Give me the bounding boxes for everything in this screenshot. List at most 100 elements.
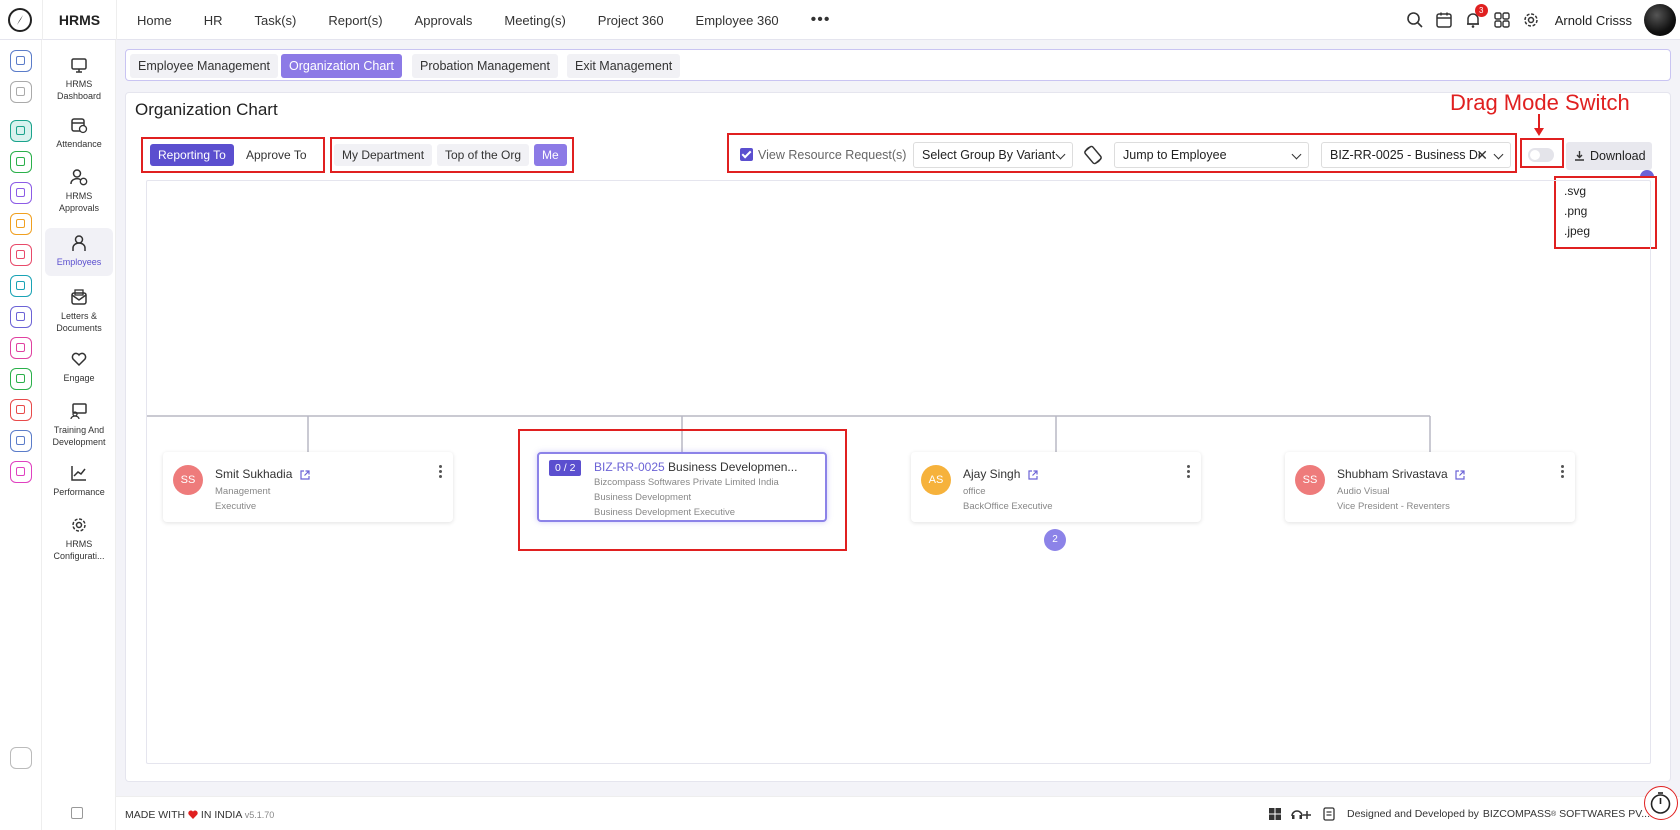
employee-department: Audio Visual (1337, 486, 1390, 497)
collapse-sidebar-icon[interactable] (71, 807, 83, 819)
sidebar-label: HRMS (65, 79, 93, 89)
company-name[interactable]: BIZCOMPASS (1483, 808, 1551, 820)
calendar-icon[interactable] (1435, 11, 1453, 29)
module-icon-rail (0, 40, 42, 830)
employee-card[interactable]: SS Shubham Srivastava Audio Visual Vice … (1285, 452, 1575, 522)
drag-mode-switch[interactable] (1528, 148, 1554, 162)
nav-employee-360[interactable]: Employee 360 (696, 13, 779, 28)
sidebar-item-employees[interactable]: Employees (45, 228, 113, 276)
rail-module-finance-icon[interactable] (10, 213, 32, 235)
employee-avatar: AS (921, 465, 951, 495)
download-button[interactable]: Download (1566, 142, 1652, 170)
rail-module-pin-icon[interactable] (10, 81, 32, 103)
sidebar-item-hrms-configuration[interactable]: HRMS Configurati... (45, 516, 113, 562)
nav-home[interactable]: Home (137, 13, 172, 28)
sidebar-item-performance[interactable]: Performance (45, 464, 113, 502)
employee-name: Ajay Singh (963, 467, 1038, 481)
nav-meetings[interactable]: Meeting(s) (504, 13, 565, 28)
employee-select-value: BIZ-RR-0025 - Business De (1330, 148, 1480, 162)
employee-department: Business Development (594, 492, 692, 503)
nav-reports[interactable]: Report(s) (328, 13, 382, 28)
sidebar-item-training-development[interactable]: Training And Development (45, 402, 113, 448)
registered-mark: ® (1551, 810, 1557, 818)
rail-module-home-icon[interactable] (10, 50, 32, 72)
employee-designation: Vice President - Reventers (1337, 501, 1450, 512)
reporting-to-toggle[interactable]: Reporting To (150, 144, 234, 166)
company-suffix: SOFTWARES PV... (1559, 808, 1650, 820)
sidebar-item-letters-documents[interactable]: Letters & Documents (45, 288, 113, 334)
calendar-clock-icon (70, 116, 88, 134)
external-link-icon[interactable] (1455, 470, 1465, 480)
more-menu-icon[interactable]: ••• (811, 11, 831, 29)
top-navigation: Home HR Task(s) Report(s) Approvals Meet… (137, 0, 830, 40)
nav-tasks[interactable]: Task(s) (254, 13, 296, 28)
employee-department: Management (215, 486, 271, 497)
nav-approvals[interactable]: Approvals (415, 13, 473, 28)
sidebar-item-hrms-dashboard[interactable]: HRMS Dashboard (45, 56, 113, 102)
document-icon[interactable] (1323, 807, 1335, 821)
kebab-menu-icon[interactable] (1561, 465, 1565, 479)
rail-module-target-icon[interactable] (10, 244, 32, 266)
tab-probation-management[interactable]: Probation Management (412, 54, 558, 78)
rail-module-docs-icon[interactable] (10, 368, 32, 390)
settings-gear-icon[interactable] (1522, 11, 1540, 29)
rail-module-service-icon[interactable] (10, 306, 32, 328)
user-check-icon (70, 168, 88, 186)
mail-icon (70, 288, 88, 306)
focused-employee-card[interactable]: 0 / 2 BIZ-RR-0025 Business Developmen...… (537, 452, 827, 522)
rail-module-recruit-icon[interactable] (10, 399, 32, 421)
view-resource-label: View Resource Request(s) (758, 148, 907, 162)
approve-to-toggle[interactable]: Approve To (238, 144, 315, 166)
sidebar-label: Documents (56, 323, 102, 333)
group-by-variant-select[interactable]: Select Group By Variant (913, 142, 1073, 168)
download-label: Download (1590, 149, 1646, 163)
me-toggle[interactable]: Me (534, 144, 567, 166)
sidebar-item-attendance[interactable]: Attendance (45, 116, 113, 156)
external-link-icon[interactable] (300, 470, 310, 480)
tab-organization-chart[interactable]: Organization Chart (281, 54, 402, 78)
my-department-toggle[interactable]: My Department (334, 144, 433, 166)
sidebar-item-hrms-approvals[interactable]: HRMS Approvals (45, 168, 113, 214)
employee-code: BIZ-RR-0025 (594, 460, 665, 474)
presentation-icon (70, 402, 88, 420)
rail-module-wellness-icon[interactable] (10, 151, 32, 173)
tab-employee-management[interactable]: Employee Management (130, 54, 279, 78)
rail-module-org-icon[interactable] (10, 120, 32, 142)
expand-children-button[interactable]: 2 (1044, 529, 1066, 551)
jump-to-employee-select[interactable]: Jump to Employee (1114, 142, 1309, 168)
clear-icon[interactable]: ✕ (1476, 143, 1488, 167)
employee-card[interactable]: SS Smit Sukhadia Management Executive (163, 452, 453, 522)
employee-select[interactable]: BIZ-RR-0025 - Business De ✕ (1321, 142, 1511, 168)
stopwatch-icon[interactable] (1644, 786, 1678, 820)
view-resource-checkbox[interactable] (740, 148, 753, 161)
sidebar-item-engage[interactable]: Engage (45, 350, 113, 388)
employee-card[interactable]: AS Ajay Singh office BackOffice Executiv… (911, 452, 1201, 522)
search-icon[interactable] (1406, 11, 1424, 29)
nav-project-360[interactable]: Project 360 (598, 13, 664, 28)
tab-exit-management[interactable]: Exit Management (567, 54, 681, 78)
sidebar-label: HRMS (65, 191, 93, 201)
rail-module-helpdesk-icon[interactable] (10, 337, 32, 359)
user-name[interactable]: Arnold Crisss (1555, 13, 1632, 28)
rail-module-briefcase-icon[interactable] (10, 182, 32, 204)
windows-icon[interactable] (1268, 808, 1281, 820)
app-logo-icon[interactable] (8, 8, 32, 32)
rail-search-icon[interactable] (10, 747, 32, 769)
support-headset-icon[interactable] (1291, 808, 1311, 821)
rail-module-config-icon[interactable] (10, 461, 32, 483)
employee-name: Shubham Srivastava (1337, 467, 1465, 481)
rotate-layout-icon[interactable] (1082, 144, 1104, 166)
apps-grid-icon[interactable] (1493, 11, 1511, 29)
top-of-org-toggle[interactable]: Top of the Org (437, 144, 530, 166)
chevron-down-icon (1291, 149, 1302, 160)
kebab-menu-icon[interactable] (1187, 465, 1191, 479)
employee-code-title: BIZ-RR-0025 Business Developmen... (594, 460, 797, 474)
kebab-menu-icon[interactable] (439, 465, 443, 479)
rail-module-inventory-icon[interactable] (10, 275, 32, 297)
notification-bell-icon[interactable]: 3 (1464, 4, 1488, 29)
external-link-icon[interactable] (1028, 470, 1038, 480)
rail-module-assets-icon[interactable] (10, 430, 32, 452)
nav-hr[interactable]: HR (204, 13, 223, 28)
heart-icon (188, 810, 198, 819)
user-avatar[interactable] (1644, 4, 1676, 36)
